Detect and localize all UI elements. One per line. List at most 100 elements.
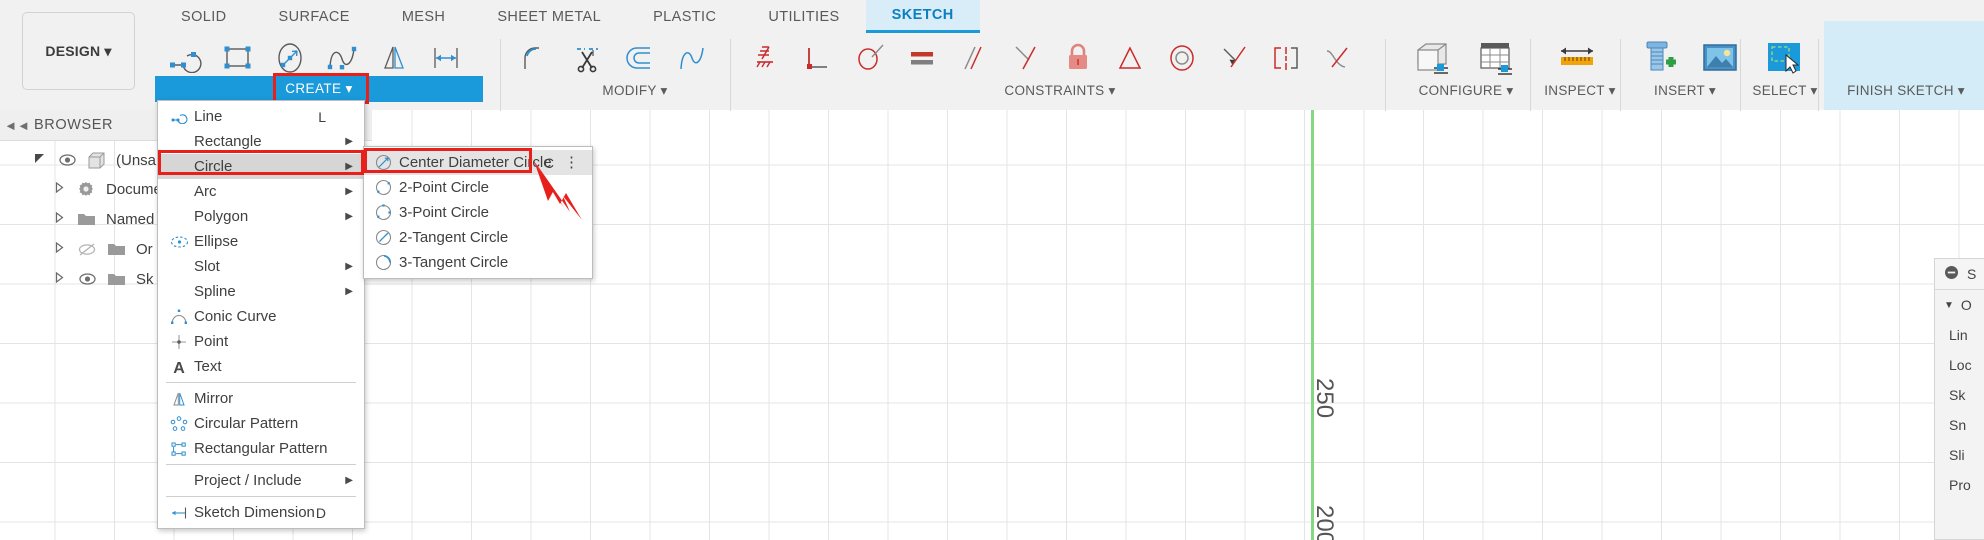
tab-solid[interactable]: SOLID xyxy=(155,0,253,33)
menu-item-ellipse[interactable]: Ellipse xyxy=(158,229,364,254)
browser-row-named-views[interactable]: Named xyxy=(26,204,204,234)
menu-item-circular-pattern[interactable]: Circular Pattern xyxy=(158,411,364,436)
midpoint-icon[interactable] xyxy=(1104,34,1156,82)
configure-body-icon[interactable] xyxy=(1400,34,1464,82)
folder-icon xyxy=(102,271,130,287)
menu-item-rectangular-pattern[interactable]: Rectangular Pattern xyxy=(158,436,364,461)
menu-item-label: Conic Curve xyxy=(194,308,277,325)
expand-icon[interactable] xyxy=(46,181,72,196)
sketch-palette-item-2[interactable]: Sk xyxy=(1935,380,1984,410)
ribbon-group-select xyxy=(1752,33,1816,83)
tab-sketch[interactable]: SKETCH xyxy=(865,0,980,33)
tab-mesh[interactable]: MESH xyxy=(376,0,472,33)
menu-item-shortcut: D xyxy=(315,504,326,521)
sketch-palette-item-1[interactable]: Loc xyxy=(1935,350,1984,380)
perpendicular-icon[interactable] xyxy=(792,34,844,82)
menu-item-text[interactable]: A Text xyxy=(158,354,364,379)
concentric-icon[interactable] xyxy=(1156,34,1208,82)
menu-separator xyxy=(166,464,356,465)
menu-item-rectangle[interactable]: Rectangle ▶ xyxy=(158,129,364,154)
group-label-modify[interactable]: MODIFY ▾ xyxy=(570,78,700,104)
browser-row-label: Sk xyxy=(136,270,154,288)
expand-icon[interactable] xyxy=(46,211,72,226)
sketch-palette-item-3[interactable]: Sn xyxy=(1935,410,1984,440)
point-icon xyxy=(168,334,190,350)
sketch-dimension-icon[interactable] xyxy=(420,34,472,82)
tab-utilities[interactable]: UTILITIES xyxy=(742,0,865,33)
eye-hidden-icon[interactable] xyxy=(72,242,102,256)
three-point-circle-icon xyxy=(372,204,394,221)
menu-item-mirror[interactable]: Mirror xyxy=(158,386,364,411)
expand-icon[interactable] xyxy=(46,271,72,286)
symmetry-icon[interactable] xyxy=(1260,34,1312,82)
tangent-icon[interactable] xyxy=(844,34,896,82)
eye-visible-icon[interactable] xyxy=(72,273,102,285)
fix-lock-icon[interactable] xyxy=(1052,34,1104,82)
measure-ruler-icon[interactable] xyxy=(1545,34,1609,82)
group-label-select[interactable]: SELECT ▾ xyxy=(1745,78,1825,104)
select-window-icon[interactable] xyxy=(1752,34,1816,82)
sketch-palette-section-header[interactable]: ▼ O xyxy=(1935,290,1984,320)
offset-icon[interactable] xyxy=(614,34,666,82)
sketch-palette-item-4[interactable]: Sli xyxy=(1935,440,1984,470)
sketch-palette-item-5[interactable]: Pro xyxy=(1935,470,1984,500)
browser-row-sketches[interactable]: Sk xyxy=(26,264,204,294)
mirror-icon[interactable] xyxy=(368,34,420,82)
menu-item-project-include[interactable]: Project / Include ▶ xyxy=(158,468,364,493)
browser-row-document-settings[interactable]: Docume xyxy=(26,174,204,204)
menu-item-polygon[interactable]: Polygon ▶ xyxy=(158,204,364,229)
group-label-create[interactable]: CREATE ▾ xyxy=(155,76,483,102)
menu-item-conic-curve[interactable]: Conic Curve xyxy=(158,304,364,329)
sketch-palette-item-0[interactable]: Lin xyxy=(1935,320,1984,350)
menu-item-sketch-dimension[interactable]: Sketch Dimension D xyxy=(158,500,364,525)
curvature-constraint-icon[interactable] xyxy=(1312,34,1364,82)
equal-icon[interactable] xyxy=(896,34,948,82)
collinear-icon[interactable] xyxy=(1000,34,1052,82)
curvature-comb-icon[interactable] xyxy=(666,34,718,82)
menu-item-arc[interactable]: Arc ▶ xyxy=(158,179,364,204)
menu-item-label: Slot xyxy=(194,258,220,275)
circle-icon[interactable] xyxy=(264,34,316,82)
submenu-item-3-tangent-circle[interactable]: 3-Tangent Circle xyxy=(364,250,592,275)
trim-scissors-icon[interactable] xyxy=(562,34,614,82)
chevron-right-icon: ▶ xyxy=(345,161,353,172)
group-label-insert[interactable]: INSERT ▾ xyxy=(1630,78,1740,104)
menu-item-circle[interactable]: Circle ▶ xyxy=(158,154,364,179)
menu-item-spline[interactable]: Spline ▶ xyxy=(158,279,364,304)
browser-row-origin[interactable]: Or xyxy=(26,234,204,264)
menu-item-label: Rectangular Pattern xyxy=(194,440,328,457)
group-label-inspect[interactable]: INSPECT ▾ xyxy=(1535,78,1625,104)
eye-visible-icon[interactable] xyxy=(52,154,82,166)
expand-icon[interactable] xyxy=(46,241,72,256)
tab-surface[interactable]: SURFACE xyxy=(253,0,376,33)
conic-curve-icon xyxy=(168,309,190,325)
parallel-icon[interactable] xyxy=(948,34,1000,82)
chevron-right-icon: ▶ xyxy=(345,475,353,486)
menu-item-slot[interactable]: Slot ▶ xyxy=(158,254,364,279)
menu-item-label: Spline xyxy=(194,283,236,300)
insert-mcmaster-icon[interactable] xyxy=(1630,34,1690,82)
spline-icon[interactable] xyxy=(316,34,368,82)
tab-sheet-metal[interactable]: SHEET METAL xyxy=(471,0,627,33)
line-icon[interactable] xyxy=(160,34,212,82)
expand-filled-icon[interactable] xyxy=(26,153,52,167)
configure-table-icon[interactable] xyxy=(1464,34,1528,82)
coincident-icon[interactable] xyxy=(1208,34,1260,82)
horizontal-vertical-icon[interactable] xyxy=(740,34,792,82)
ribbon-group-configure xyxy=(1400,33,1528,83)
tab-plastic[interactable]: PLASTIC xyxy=(627,0,742,33)
browser-row-unsaved[interactable]: (Unsa xyxy=(26,145,204,175)
menu-item-line[interactable]: Line L xyxy=(158,104,364,129)
group-label-constraints[interactable]: CONSTRAINTS ▾ xyxy=(960,78,1160,104)
collapse-left-icon[interactable]: ◄◄ xyxy=(0,118,34,133)
chevron-right-icon: ▶ xyxy=(345,211,353,222)
group-label-configure[interactable]: CONFIGURE ▾ xyxy=(1400,78,1532,104)
insert-image-icon[interactable] xyxy=(1690,34,1750,82)
group-label-finish-sketch[interactable]: FINISH SKETCH ▾ xyxy=(1828,78,1984,104)
close-circle-icon[interactable] xyxy=(1944,265,1959,284)
tab-sheet-metal-label: SHEET METAL xyxy=(497,8,602,25)
browser-row-label: Named xyxy=(106,210,155,228)
fillet-icon[interactable] xyxy=(510,34,562,82)
rectangle-icon[interactable] xyxy=(212,34,264,82)
menu-item-point[interactable]: Point xyxy=(158,329,364,354)
